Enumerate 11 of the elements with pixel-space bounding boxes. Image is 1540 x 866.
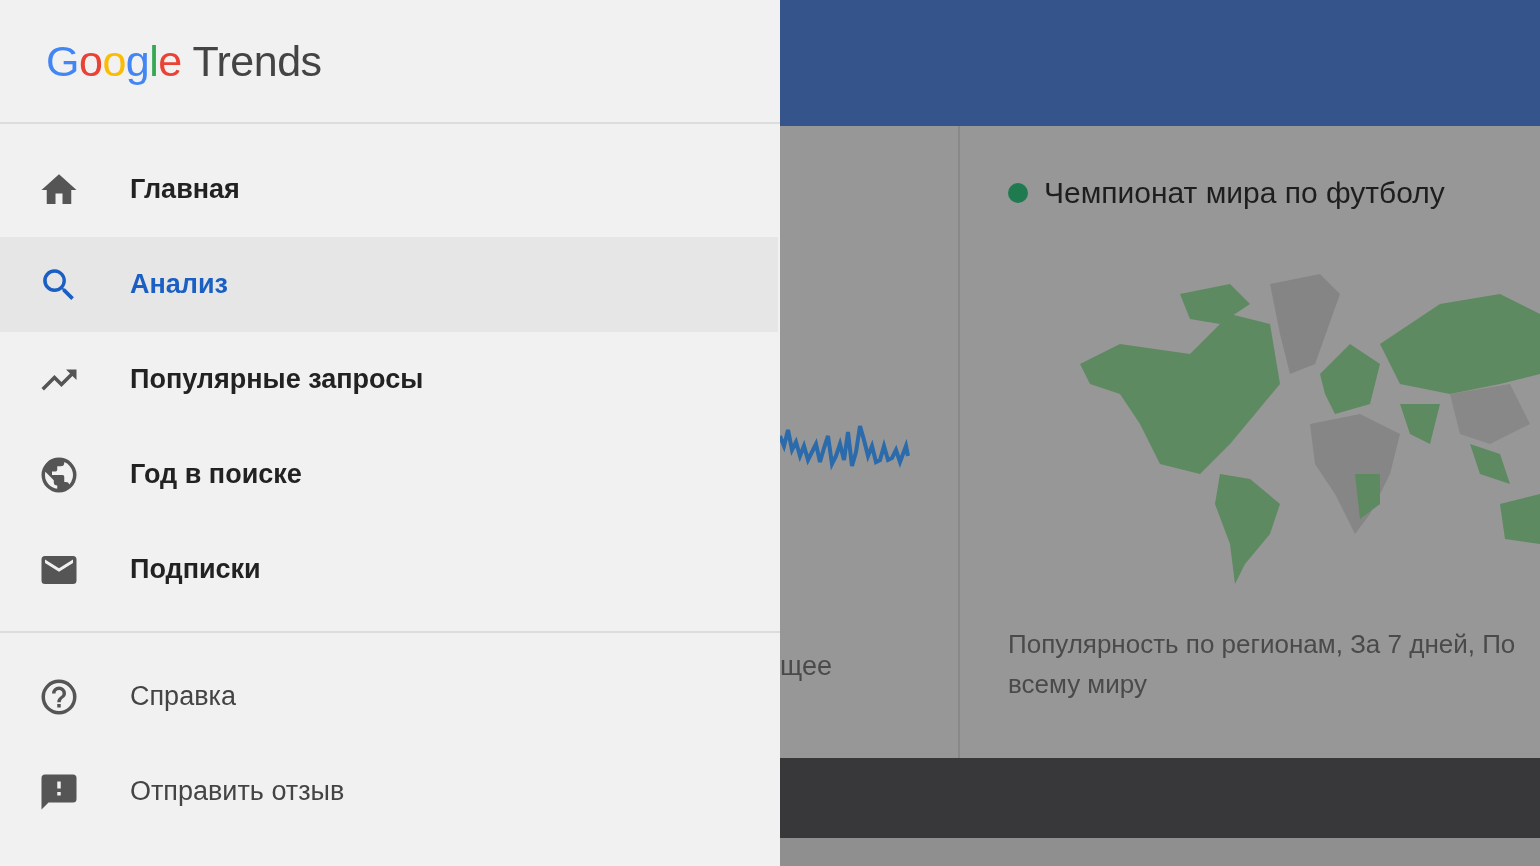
- legend-label: Чемпионат мира по футболу: [1044, 176, 1445, 210]
- menu-item[interactable]: Популярные запросы: [0, 332, 778, 427]
- menu-item[interactable]: Отправить отзыв: [0, 744, 778, 839]
- chart-caption: щее: [780, 651, 833, 683]
- menu-item[interactable]: Справка: [0, 649, 778, 744]
- google-trends-logo[interactable]: Google Trends: [46, 36, 322, 86]
- menu-item[interactable]: Год в поиске: [0, 427, 778, 522]
- menu-item[interactable]: Подписки: [0, 522, 778, 617]
- menu-item[interactable]: Анализ: [0, 237, 778, 332]
- menu-item[interactable]: Главная: [0, 142, 778, 237]
- map-caption: Популярность по регионам, За 7 дней, По всему миру: [1008, 628, 1517, 701]
